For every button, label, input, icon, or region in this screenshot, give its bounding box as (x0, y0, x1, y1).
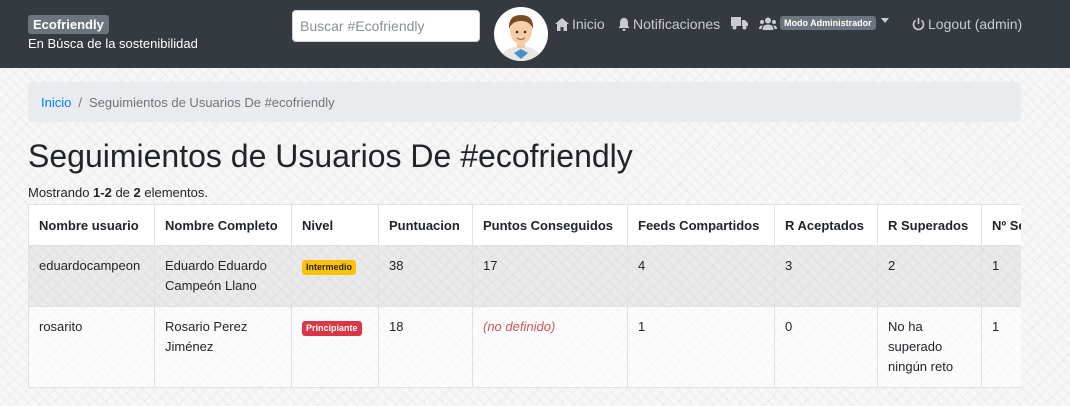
nav-home-link[interactable]: Inicio (555, 16, 605, 32)
results-summary: Mostrando 1-2 de 2 elementos. (28, 185, 208, 200)
cell-surpassed: 2 (877, 245, 982, 307)
not-defined-value: (no definido) (483, 319, 556, 334)
brand-name[interactable]: Ecofriendly (28, 15, 109, 34)
nav-home-label: Inicio (572, 16, 605, 32)
summary-total: 2 (133, 185, 141, 200)
nav-notifications-link[interactable]: Notificaciones (618, 16, 720, 32)
cell-username: eduardocampeon (28, 245, 155, 307)
bell-icon (618, 17, 630, 31)
cell-feeds: 1 (627, 306, 775, 388)
cell-level: Intermedio (291, 245, 379, 307)
breadcrumb: Inicio / Seguimientos de Usuarios De #ec… (28, 82, 1021, 122)
column-header[interactable]: Nombre Completo (154, 204, 292, 246)
brand-tagline: En Búsca de la sostenibilidad (28, 36, 198, 51)
breadcrumb-home-link[interactable]: Inicio (41, 95, 71, 110)
cell-level: Principiante (291, 306, 379, 388)
table-header-row: Nombre usuario Nombre Completo Nivel Pun… (28, 204, 1021, 246)
truck-icon (731, 17, 748, 30)
cell-accepted: 3 (774, 245, 878, 307)
navbar: Ecofriendly En Búsca de la sostenibilida… (0, 0, 1070, 68)
search-input[interactable] (292, 10, 480, 42)
table-row: eduardocampeon Eduardo Eduardo Campeón L… (28, 245, 1021, 307)
user-tracking-table: Nombre usuario Nombre Completo Nivel Pun… (28, 204, 1021, 388)
cell-score: 38 (378, 245, 473, 307)
level-badge: Principiante (302, 321, 362, 336)
column-header[interactable]: Nº Se (981, 204, 1021, 246)
admin-mode-badge: Modo Administrador (780, 16, 876, 30)
cell-fullname: Eduardo Eduardo Campeón Llano (154, 245, 292, 307)
nav-logout-label: Logout (admin) (928, 16, 1023, 32)
cell-accepted: 0 (774, 306, 878, 388)
nav-truck-link[interactable] (731, 16, 748, 30)
power-icon (912, 17, 925, 30)
cell-fullname: Rosario Perez Jiménez (154, 306, 292, 388)
summary-suffix: elementos. (140, 185, 208, 200)
avatar[interactable] (494, 7, 548, 61)
table-row: rosarito Rosario Perez Jiménez Principia… (28, 306, 1021, 388)
cell-username: rosarito (28, 306, 155, 388)
cell-points: (no definido) (472, 306, 628, 388)
page-title: Seguimientos de Usuarios De #ecofriendly (28, 138, 633, 174)
breadcrumb-separator: / (78, 94, 82, 110)
breadcrumb-current: Seguimientos de Usuarios De #ecofriendly (88, 94, 335, 110)
cell-n: 1 (981, 245, 1021, 307)
column-header[interactable]: Puntos Conseguidos (472, 204, 628, 246)
column-header[interactable]: Nombre usuario (28, 204, 155, 246)
nav-admin-dropdown[interactable]: Modo Administrador (759, 16, 889, 30)
nav-notifications-label: Notificaciones (633, 16, 721, 32)
summary-prefix: Mostrando (28, 185, 94, 200)
home-icon (555, 17, 569, 31)
column-header[interactable]: Nivel (291, 204, 379, 246)
cell-n: 1 (981, 306, 1021, 388)
table-container: Nombre usuario Nombre Completo Nivel Pun… (28, 204, 1021, 388)
cell-surpassed: No ha superado ningún reto (877, 306, 982, 388)
cell-points: 17 (472, 245, 628, 307)
column-header[interactable]: Puntuacion (378, 204, 473, 246)
summary-range: 1-2 (93, 185, 112, 200)
column-header[interactable]: R Aceptados (774, 204, 878, 246)
cell-score: 18 (378, 306, 473, 388)
level-badge: Intermedio (302, 260, 357, 275)
cell-feeds: 4 (627, 245, 775, 307)
summary-mid: de (111, 185, 134, 200)
nav-logout-link[interactable]: Logout (admin) (912, 16, 1022, 32)
users-icon (759, 17, 777, 30)
chevron-down-icon (880, 17, 889, 23)
column-header[interactable]: Feeds Compartidos (627, 204, 775, 246)
column-header[interactable]: R Superados (877, 204, 982, 246)
